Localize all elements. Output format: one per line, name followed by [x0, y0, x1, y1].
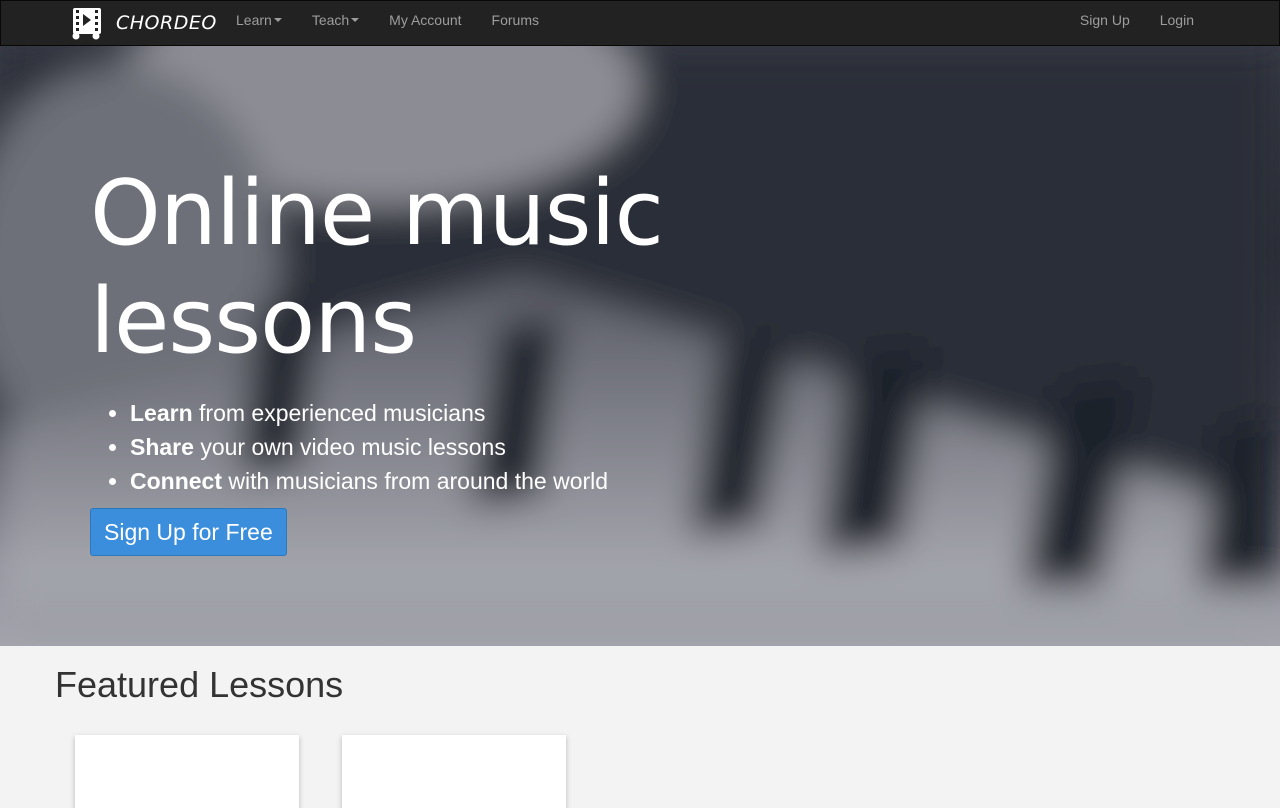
nav-learn-dropdown[interactable]: Learn	[221, 1, 297, 45]
brand-name: CHORDEO	[116, 12, 217, 34]
nav-sign-up[interactable]: Sign Up	[1065, 1, 1145, 45]
lesson-card[interactable]	[342, 735, 566, 808]
feature-item: Learn from experienced musicians	[130, 396, 790, 430]
hero-title-line2: lessons	[90, 269, 417, 374]
nav-auth: Sign Up Login	[1065, 1, 1209, 45]
lesson-card[interactable]	[75, 735, 299, 808]
nav-login[interactable]: Login	[1145, 1, 1209, 45]
nav-login-label: Login	[1159, 12, 1194, 28]
nav-learn-label: Learn	[236, 12, 272, 28]
nav-sign-up-label: Sign Up	[1079, 12, 1130, 28]
top-navbar: CHORDEO Learn Teach My Account Forums Si…	[0, 0, 1280, 46]
hero-content: Online music lessons Learn from experien…	[90, 160, 790, 556]
caret-down-icon	[351, 18, 360, 22]
caret-down-icon	[273, 18, 282, 22]
feature-text: your own video music lessons	[193, 434, 506, 460]
feature-keyword: Learn	[130, 400, 193, 426]
nav-teach-dropdown[interactable]: Teach	[297, 1, 374, 45]
film-music-logo-icon	[72, 8, 101, 40]
hero-title-line1: Online music	[90, 161, 664, 266]
hero-title: Online music lessons	[90, 160, 790, 376]
feature-keyword: Connect	[130, 468, 222, 494]
feature-list: Learn from experienced musicians Share y…	[130, 396, 790, 498]
feature-keyword: Share	[130, 434, 194, 460]
nav-forums[interactable]: Forums	[477, 1, 554, 45]
brand[interactable]: CHORDEO	[70, 5, 217, 41]
feature-text: with musicians from around the world	[222, 468, 609, 494]
nav-main: Learn Teach My Account Forums	[221, 1, 554, 45]
nav-my-account[interactable]: My Account	[374, 1, 476, 45]
feature-text: from experienced musicians	[192, 400, 486, 426]
feature-item: Share your own video music lessons	[130, 430, 790, 464]
nav-forums-label: Forums	[491, 12, 539, 28]
feature-item: Connect with musicians from around the w…	[130, 464, 790, 498]
nav-teach-label: Teach	[311, 12, 350, 28]
featured-lessons-heading: Featured Lessons	[55, 664, 344, 705]
sign-up-free-button[interactable]: Sign Up for Free	[90, 508, 287, 556]
nav-my-account-label: My Account	[389, 12, 462, 28]
hero-section: Online music lessons Learn from experien…	[0, 46, 1280, 646]
